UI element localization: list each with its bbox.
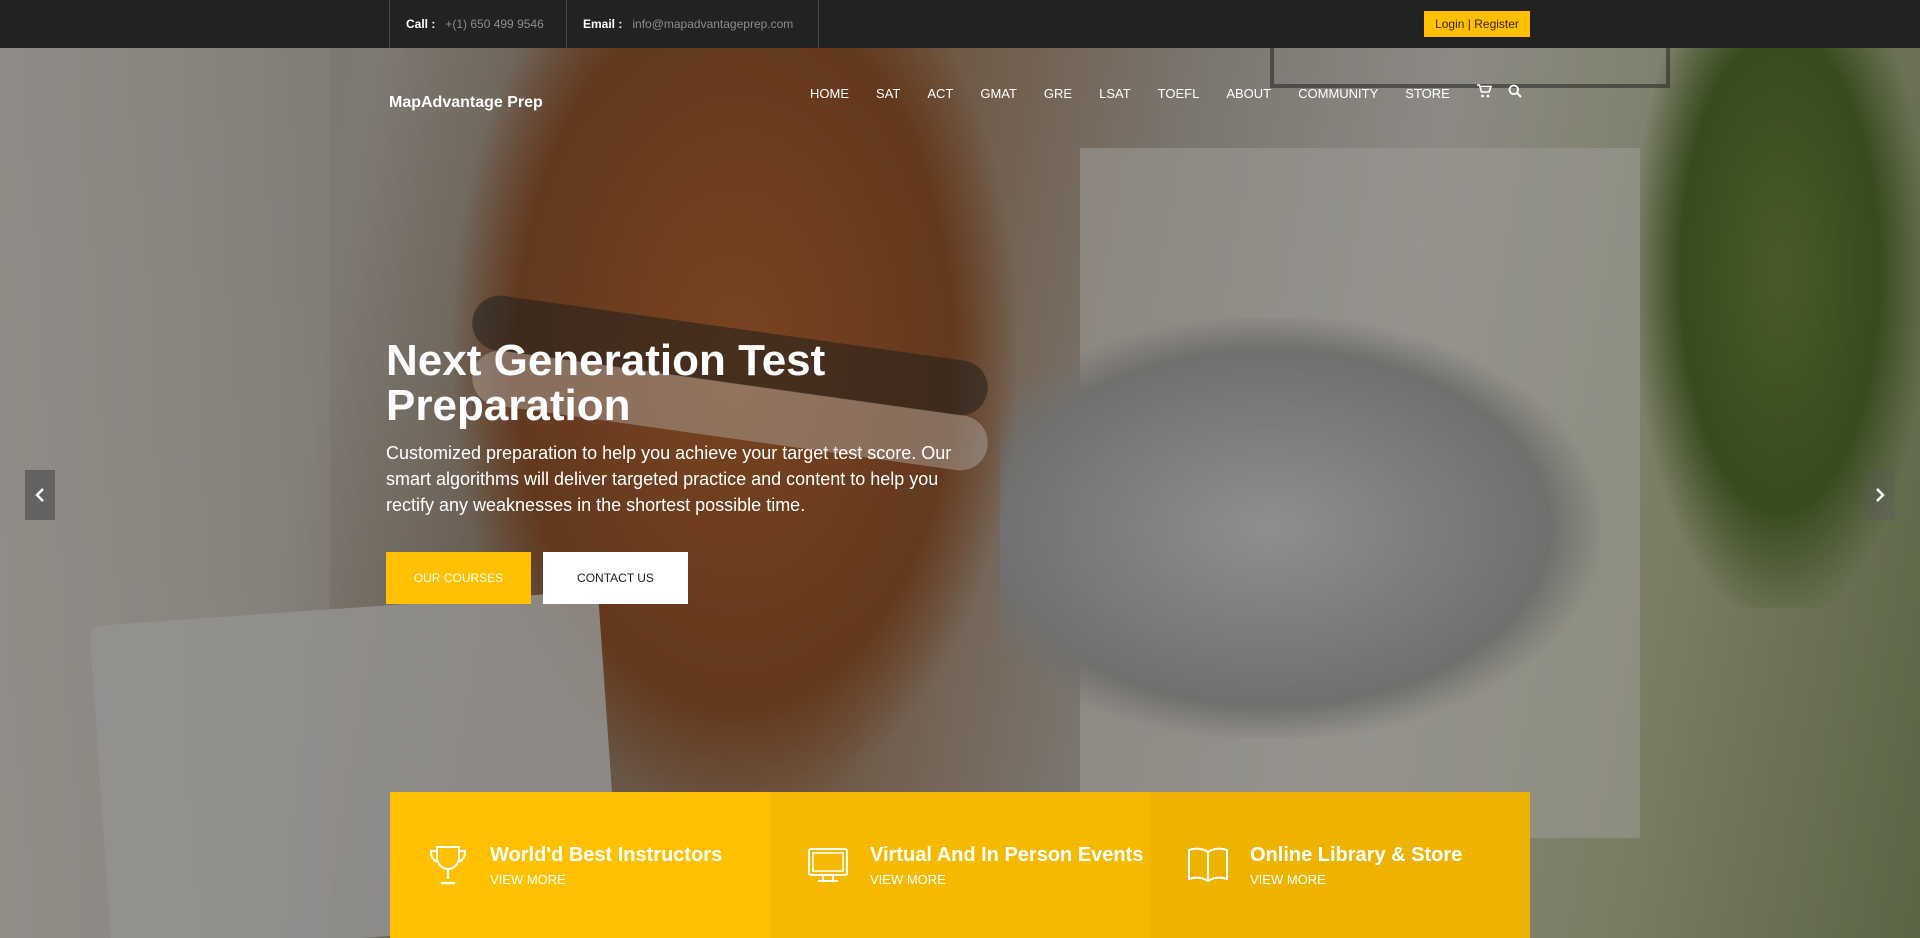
monitor-icon bbox=[808, 848, 848, 882]
book-icon bbox=[1188, 847, 1228, 883]
feature-card-events[interactable]: Virtual And In Person Events VIEW MORE bbox=[770, 792, 1150, 938]
feature-title: Virtual And In Person Events bbox=[870, 843, 1144, 866]
nav-sat[interactable]: SAT bbox=[876, 86, 900, 101]
chevron-right-icon bbox=[1876, 488, 1885, 502]
top-bar: Call : +(1) 650 499 9546 Email : info@ma… bbox=[0, 0, 1920, 48]
nav-act[interactable]: ACT bbox=[927, 86, 953, 101]
slider-next-button[interactable] bbox=[1865, 470, 1895, 520]
email-info: Email : info@mapadvantageprep.com bbox=[567, 0, 819, 48]
brand-logo[interactable]: MapAdvantage Prep bbox=[389, 94, 543, 112]
feature-card-library[interactable]: Online Library & Store VIEW MORE bbox=[1150, 792, 1530, 938]
cart-icon[interactable] bbox=[1476, 84, 1493, 103]
hero-title: Next Generation Test Preparation bbox=[386, 336, 826, 430]
feature-card-instructors[interactable]: World'd Best Instructors VIEW MORE bbox=[390, 792, 770, 938]
login-register-button[interactable]: Login | Register bbox=[1424, 11, 1530, 37]
search-icon[interactable] bbox=[1508, 84, 1522, 103]
nav-home[interactable]: HOME bbox=[810, 86, 849, 101]
call-label: Call : bbox=[406, 17, 436, 31]
nav-about[interactable]: ABOUT bbox=[1226, 86, 1271, 101]
nav-toefl[interactable]: TOEFL bbox=[1158, 86, 1200, 101]
trophy-icon bbox=[429, 846, 467, 885]
main-nav: HOME SAT ACT GMAT GRE LSAT TOEFL ABOUT C… bbox=[810, 84, 1522, 103]
email-label: Email : bbox=[583, 17, 623, 31]
feature-title: World'd Best Instructors bbox=[490, 843, 723, 866]
contact-us-button[interactable]: CONTACT US bbox=[543, 552, 688, 604]
chevron-left-icon bbox=[35, 488, 44, 502]
view-more-link[interactable]: VIEW MORE bbox=[870, 872, 1143, 887]
feature-title: Online Library & Store bbox=[1250, 843, 1463, 866]
feature-cards: World'd Best Instructors VIEW MORE Virtu… bbox=[390, 792, 1530, 938]
view-more-link[interactable]: VIEW MORE bbox=[1250, 872, 1462, 887]
view-more-link[interactable]: VIEW MORE bbox=[490, 872, 722, 887]
nav-gmat[interactable]: GMAT bbox=[980, 86, 1017, 101]
nav-store[interactable]: STORE bbox=[1405, 86, 1450, 101]
nav-gre[interactable]: GRE bbox=[1044, 86, 1072, 101]
call-number[interactable]: +(1) 650 499 9546 bbox=[445, 17, 543, 31]
email-address[interactable]: info@mapadvantageprep.com bbox=[632, 17, 793, 31]
our-courses-button[interactable]: OUR COURSES bbox=[386, 552, 531, 604]
call-info: Call : +(1) 650 499 9546 bbox=[389, 0, 567, 48]
slider-prev-button[interactable] bbox=[25, 470, 55, 520]
hero-section: MapAdvantage Prep HOME SAT ACT GMAT GRE … bbox=[0, 48, 1920, 938]
hero-subtitle: Customized preparation to help you achie… bbox=[386, 443, 952, 515]
nav-lsat[interactable]: LSAT bbox=[1099, 86, 1131, 101]
nav-community[interactable]: COMMUNITY bbox=[1298, 86, 1378, 101]
